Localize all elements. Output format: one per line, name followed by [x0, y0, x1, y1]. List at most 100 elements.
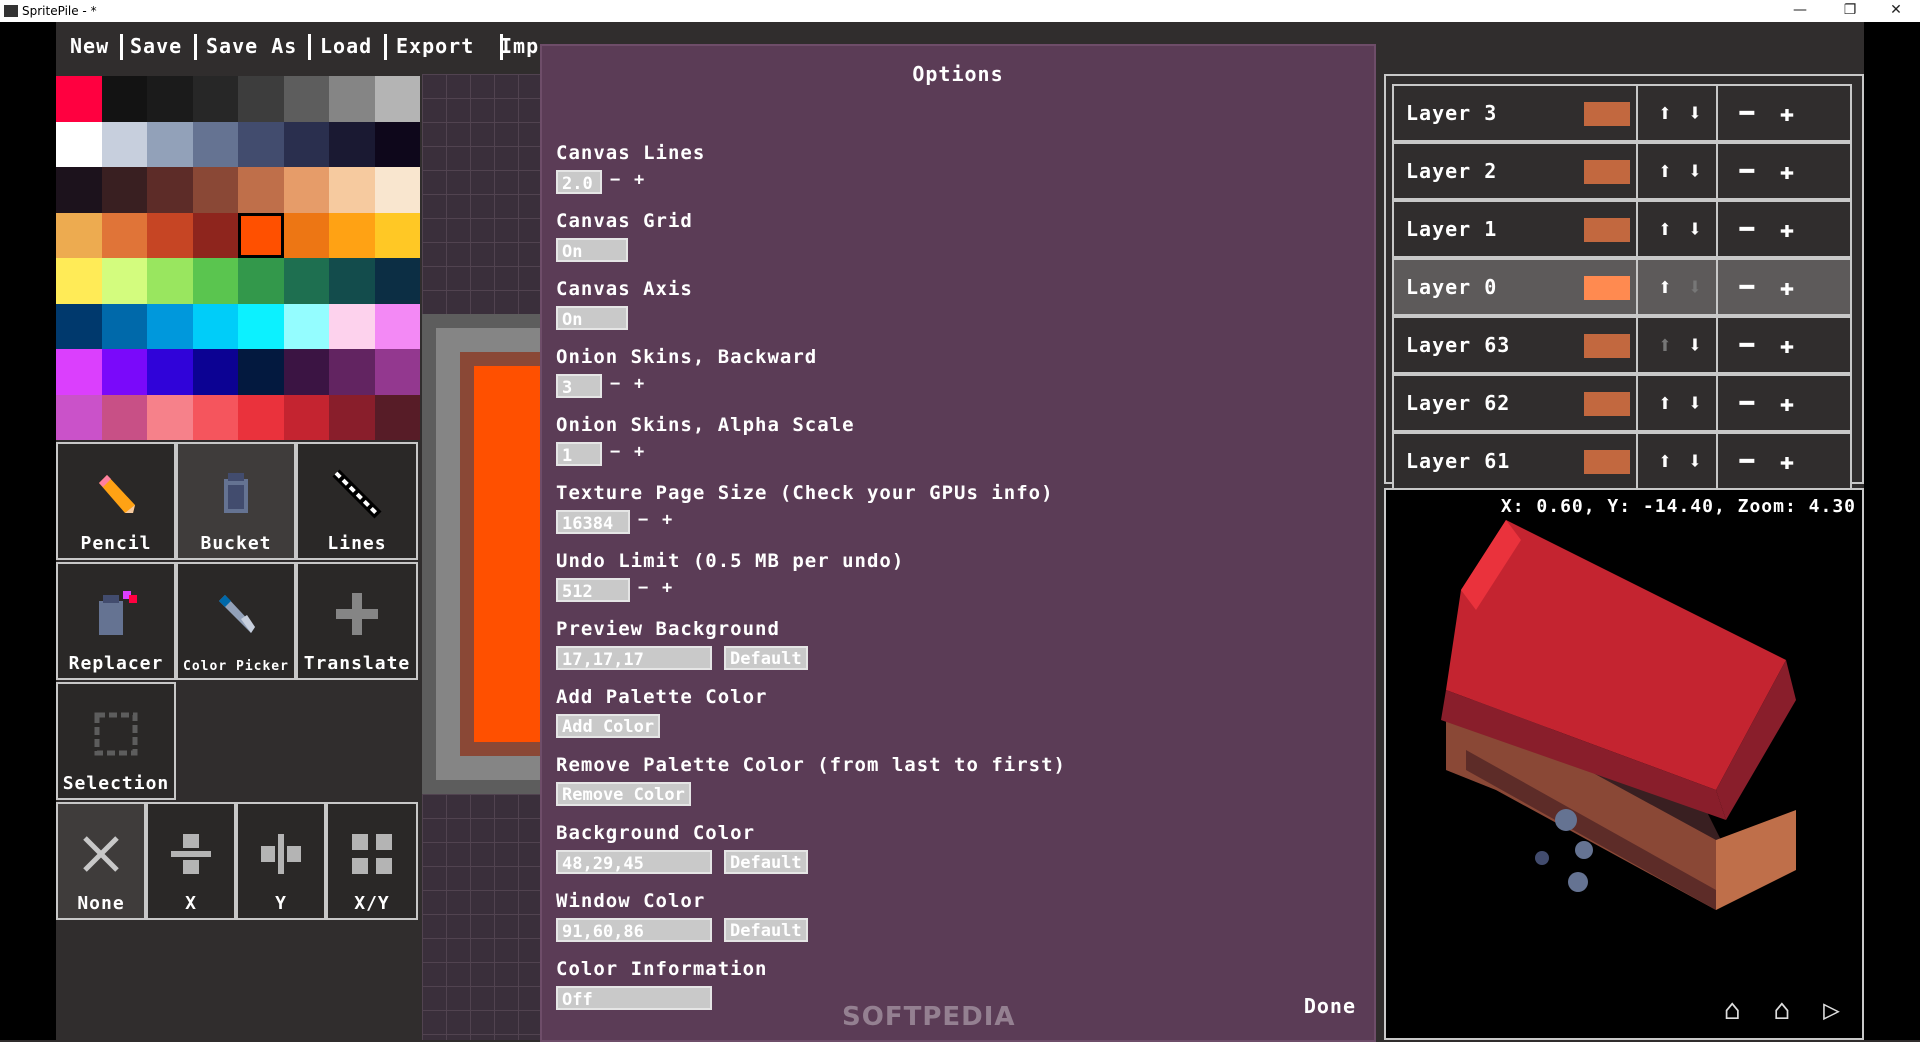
menu-export[interactable]: Export: [396, 34, 474, 58]
palette-swatch[interactable]: [329, 212, 375, 258]
move-layer-down-icon[interactable]: ⬇: [1682, 156, 1708, 186]
palette-swatch[interactable]: [147, 167, 193, 213]
canvas-lines-input[interactable]: 2.0: [556, 170, 602, 194]
palette-swatch[interactable]: [147, 212, 193, 258]
minimize-button[interactable]: —: [1780, 2, 1820, 18]
palette-swatch[interactable]: [283, 303, 329, 349]
layer-color-swatch[interactable]: [1584, 392, 1630, 416]
palette-swatch[interactable]: [329, 76, 375, 122]
move-layer-down-icon[interactable]: ⬇: [1682, 388, 1708, 418]
onion-alpha-input[interactable]: 1: [556, 442, 602, 466]
palette-swatch[interactable]: [147, 76, 193, 122]
palette-swatch[interactable]: [101, 303, 147, 349]
palette-swatch[interactable]: [101, 258, 147, 304]
palette-swatch[interactable]: [192, 212, 238, 258]
palette-swatch[interactable]: [192, 349, 238, 395]
layer-color-swatch[interactable]: [1584, 276, 1630, 300]
palette-swatch[interactable]: [192, 394, 238, 440]
move-layer-up-icon[interactable]: ⬆: [1652, 446, 1678, 476]
layer-color-swatch[interactable]: [1584, 102, 1630, 126]
palette-swatch[interactable]: [101, 212, 147, 258]
palette-swatch[interactable]: [374, 167, 420, 213]
palette-swatch[interactable]: [374, 76, 420, 122]
move-layer-down-icon[interactable]: ⬇: [1682, 330, 1708, 360]
palette-swatch[interactable]: [56, 121, 102, 167]
mirror-y[interactable]: Y: [236, 802, 326, 920]
done-button[interactable]: Done: [1304, 994, 1356, 1018]
canvas-lines-increase[interactable]: +: [634, 170, 644, 190]
tool-replacer[interactable]: Replacer: [56, 562, 176, 680]
palette-swatch[interactable]: [192, 76, 238, 122]
palette-swatch[interactable]: [238, 121, 284, 167]
palette-swatch[interactable]: [238, 212, 284, 258]
remove-layer-icon[interactable]: ━: [1734, 156, 1760, 186]
add-layer-icon[interactable]: ✚: [1774, 388, 1800, 418]
palette-swatch[interactable]: [147, 303, 193, 349]
palette-swatch[interactable]: [147, 258, 193, 304]
palette-swatch[interactable]: [238, 303, 284, 349]
move-layer-down-icon[interactable]: ⬇: [1682, 272, 1708, 302]
color-info-toggle[interactable]: Off: [556, 986, 712, 1010]
layer-row[interactable]: Layer 0 ⬆ ⬇ ━ ✚: [1392, 258, 1852, 316]
layer-row[interactable]: Layer 61 ⬆ ⬇ ━ ✚: [1392, 432, 1852, 490]
move-layer-up-icon[interactable]: ⬆: [1652, 272, 1678, 302]
background-color-default-button[interactable]: Default: [724, 850, 808, 874]
undo-limit-input[interactable]: 512: [556, 578, 630, 602]
palette-swatch[interactable]: [56, 167, 102, 213]
layer-color-swatch[interactable]: [1584, 160, 1630, 184]
mirror-xy[interactable]: X/Y: [326, 802, 418, 920]
palette-swatch[interactable]: [283, 394, 329, 440]
palette-swatch[interactable]: [329, 349, 375, 395]
move-layer-up-icon[interactable]: ⬆: [1652, 330, 1678, 360]
texture-page-increase[interactable]: +: [662, 510, 672, 530]
move-layer-up-icon[interactable]: ⬆: [1652, 388, 1678, 418]
palette-swatch[interactable]: [329, 121, 375, 167]
window-color-default-button[interactable]: Default: [724, 918, 808, 942]
layer-row[interactable]: Layer 1 ⬆ ⬇ ━ ✚: [1392, 200, 1852, 258]
texture-page-input[interactable]: 16384: [556, 510, 630, 534]
menu-save-as[interactable]: Save As: [206, 34, 297, 58]
window-color-input[interactable]: 91,60,86: [556, 918, 712, 942]
preview-bg-default-button[interactable]: Default: [724, 646, 808, 670]
remove-layer-icon[interactable]: ━: [1734, 272, 1760, 302]
palette-swatch[interactable]: [329, 258, 375, 304]
palette-swatch[interactable]: [101, 76, 147, 122]
move-layer-up-icon[interactable]: ⬆: [1652, 98, 1678, 128]
add-layer-icon[interactable]: ✚: [1774, 98, 1800, 128]
palette-swatch[interactable]: [283, 349, 329, 395]
palette-swatch[interactable]: [101, 121, 147, 167]
remove-layer-icon[interactable]: ━: [1734, 446, 1760, 476]
onion-backward-increase[interactable]: +: [634, 374, 644, 394]
add-layer-icon[interactable]: ✚: [1774, 272, 1800, 302]
tool-translate[interactable]: Translate: [296, 562, 418, 680]
layer-row[interactable]: Layer 63 ⬆ ⬇ ━ ✚: [1392, 316, 1852, 374]
move-layer-down-icon[interactable]: ⬇: [1682, 446, 1708, 476]
add-layer-icon[interactable]: ✚: [1774, 156, 1800, 186]
palette-swatch[interactable]: [238, 76, 284, 122]
sprite-canvas[interactable]: [422, 74, 542, 1040]
palette-swatch[interactable]: [56, 394, 102, 440]
palette-swatch[interactable]: [374, 394, 420, 440]
palette-swatch[interactable]: [374, 349, 420, 395]
layer-color-swatch[interactable]: [1584, 450, 1630, 474]
add-color-button[interactable]: Add Color: [556, 714, 661, 738]
3d-preview[interactable]: X: 0.60, Y: -14.40, Zoom: 4.30 ⌂ ⌂ ▷: [1384, 488, 1864, 1040]
palette-swatch[interactable]: [192, 303, 238, 349]
remove-layer-icon[interactable]: ━: [1734, 98, 1760, 128]
close-button[interactable]: ✕: [1876, 2, 1916, 18]
canvas-axis-toggle[interactable]: On: [556, 306, 628, 330]
texture-page-decrease[interactable]: −: [638, 510, 648, 530]
layer-row[interactable]: Layer 3 ⬆ ⬇ ━ ✚: [1392, 84, 1852, 142]
palette-swatch[interactable]: [147, 121, 193, 167]
palette-swatch[interactable]: [56, 303, 102, 349]
menu-new[interactable]: New: [70, 34, 109, 58]
onion-backward-input[interactable]: 3: [556, 374, 602, 398]
palette-swatch[interactable]: [147, 394, 193, 440]
remove-layer-icon[interactable]: ━: [1734, 214, 1760, 244]
palette-swatch[interactable]: [192, 258, 238, 304]
tool-selection[interactable]: Selection: [56, 682, 176, 800]
palette-swatch[interactable]: [192, 121, 238, 167]
move-layer-down-icon[interactable]: ⬇: [1682, 98, 1708, 128]
palette-swatch[interactable]: [329, 167, 375, 213]
add-layer-icon[interactable]: ✚: [1774, 446, 1800, 476]
